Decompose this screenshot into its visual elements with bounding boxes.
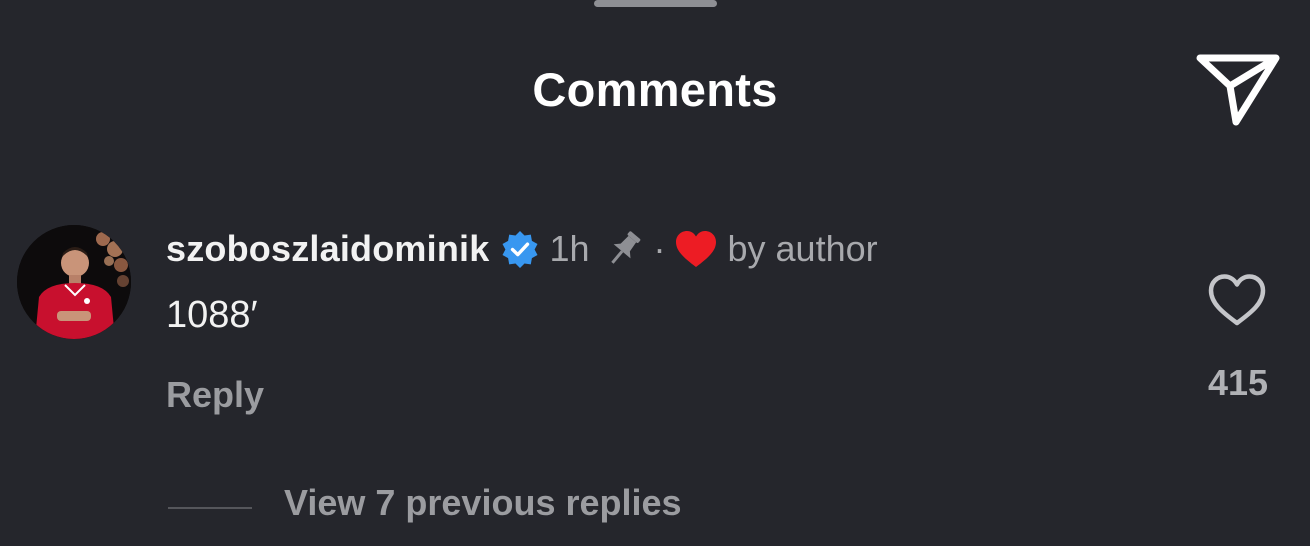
sheet-title: Comments bbox=[532, 63, 778, 116]
comments-sheet: Comments szoboszlaidominik 1h · by autho… bbox=[0, 0, 1310, 546]
dot-separator: · bbox=[653, 228, 666, 269]
reply-button[interactable]: Reply bbox=[166, 374, 264, 416]
replies-divider-line bbox=[168, 507, 252, 509]
verified-badge-icon bbox=[501, 230, 539, 268]
like-button[interactable] bbox=[1206, 272, 1268, 328]
comment-time: 1h bbox=[549, 228, 590, 269]
drag-handle[interactable] bbox=[594, 0, 717, 7]
comment-header: szoboszlaidominik 1h · by author bbox=[166, 224, 878, 274]
pin-icon bbox=[604, 229, 644, 269]
author-liked-heart-icon bbox=[674, 229, 718, 269]
heart-outline-icon bbox=[1206, 272, 1268, 328]
avatar[interactable] bbox=[17, 225, 131, 339]
paper-plane-icon bbox=[1194, 48, 1282, 128]
username[interactable]: szoboszlaidominik bbox=[166, 228, 489, 270]
share-button[interactable] bbox=[1194, 48, 1282, 128]
like-count: 415 bbox=[1207, 362, 1269, 403]
liked-by-author-label: by author bbox=[727, 228, 878, 269]
comment-text: 1088′ bbox=[166, 294, 258, 336]
view-previous-replies-button[interactable]: View 7 previous replies bbox=[284, 482, 682, 524]
